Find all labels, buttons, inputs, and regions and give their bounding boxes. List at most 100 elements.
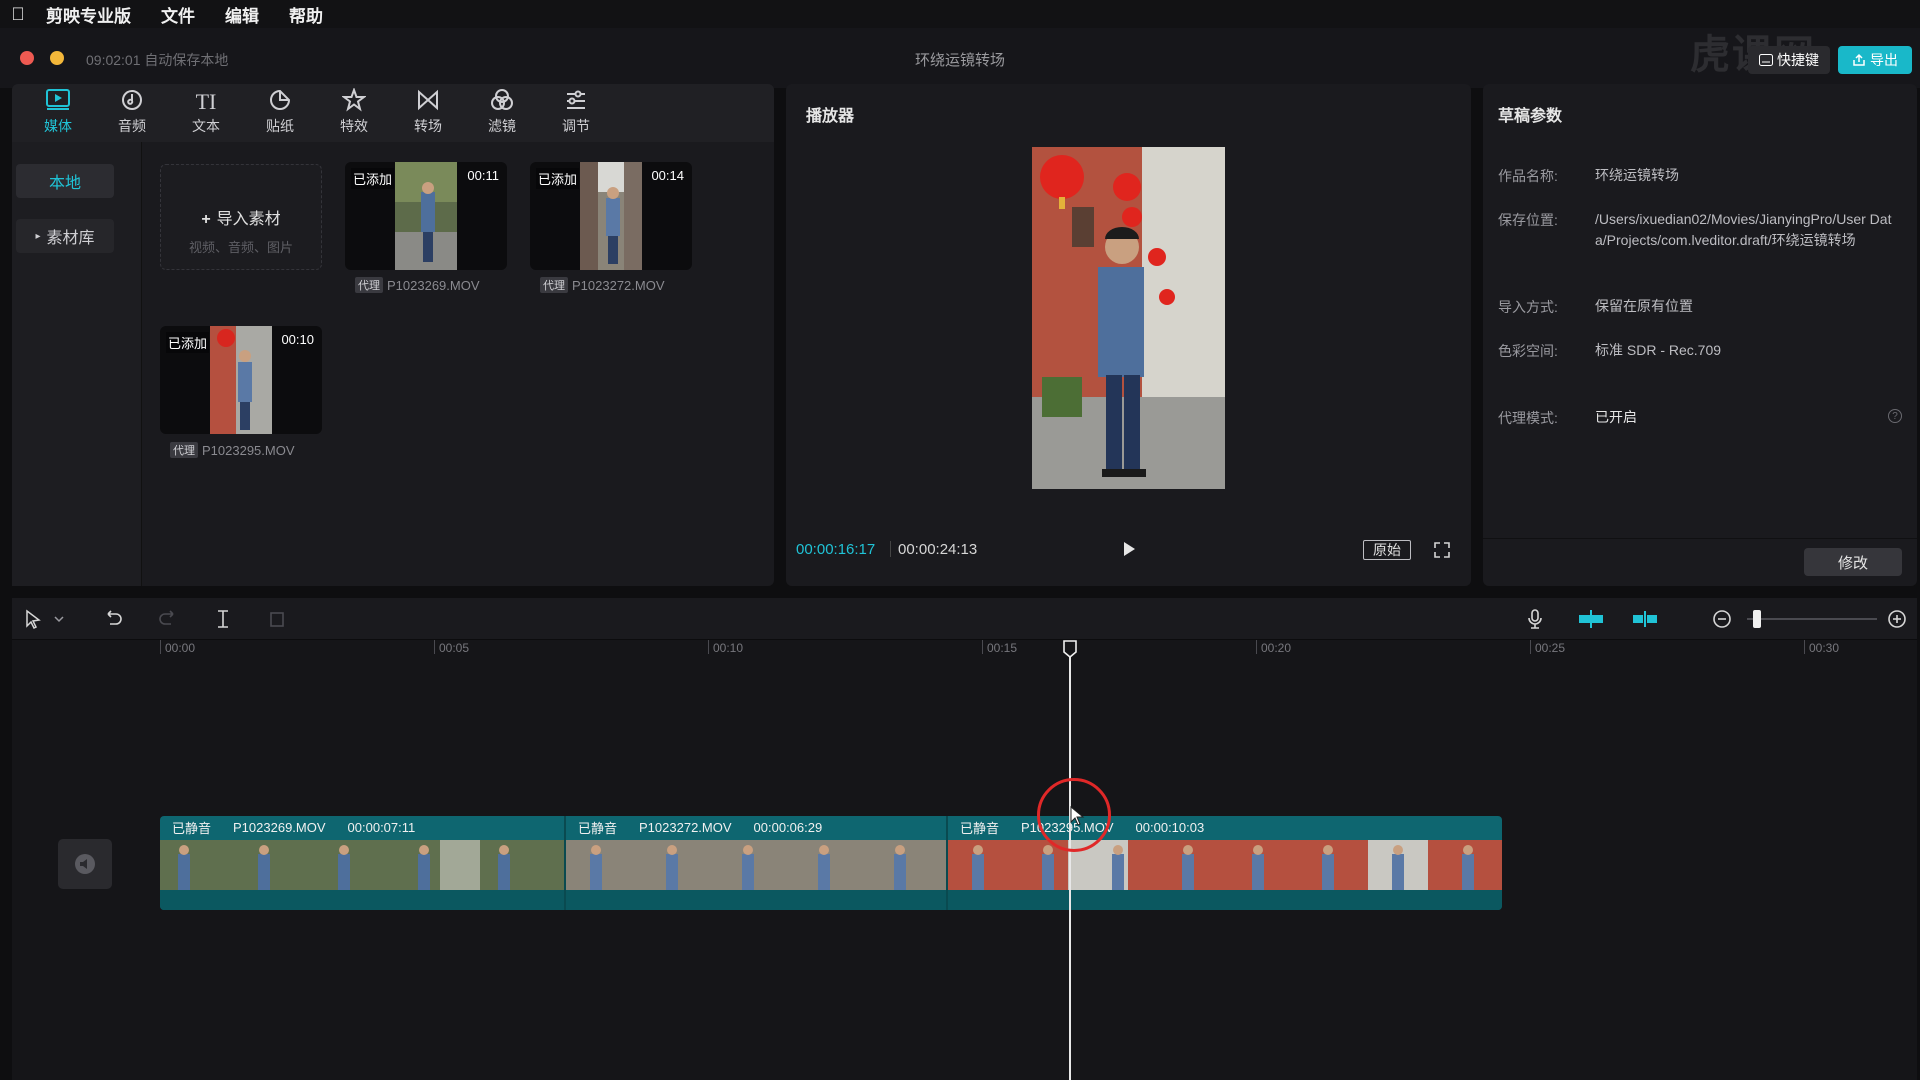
- zoom-slider[interactable]: [1747, 618, 1877, 620]
- timeline-clip[interactable]: 已静音 P1023295.MOV 00:00:10:03: [948, 816, 1502, 910]
- undo-icon[interactable]: [102, 608, 124, 630]
- clip-filmstrip: [948, 840, 1502, 890]
- ruler-tick: [982, 640, 983, 654]
- chevron-down-icon[interactable]: [52, 608, 66, 630]
- menu-help[interactable]: 帮助: [289, 2, 323, 27]
- media-icon: [28, 88, 88, 116]
- tool-transition[interactable]: 转场: [398, 88, 458, 140]
- timeline-clip[interactable]: 已静音 P1023269.MOV 00:00:07:11: [160, 816, 564, 910]
- apple-icon[interactable]: : [0, 4, 36, 25]
- zoom-out-icon[interactable]: [1711, 608, 1733, 630]
- clip-name: P1023269.MOV: [387, 277, 480, 293]
- preview-frame: [1032, 147, 1225, 489]
- info-icon[interactable]: ?: [1888, 409, 1902, 423]
- param-label: 导入方式:: [1498, 299, 1558, 315]
- linkage-icon[interactable]: [1632, 608, 1658, 630]
- timeline-clip[interactable]: 已静音 P1023272.MOV 00:00:06:29: [566, 816, 946, 910]
- effects-icon: [324, 87, 384, 116]
- param-label: 作品名称:: [1498, 168, 1558, 184]
- tool-media[interactable]: 媒体: [28, 88, 88, 140]
- ruler-label: 00:30: [1809, 641, 1840, 655]
- playhead-handle[interactable]: [1063, 640, 1077, 658]
- original-ratio-button[interactable]: 原始: [1363, 540, 1411, 560]
- fullscreen-icon[interactable]: [1433, 541, 1451, 559]
- added-badge: 已添加: [536, 168, 580, 189]
- video-track[interactable]: 已静音 P1023269.MOV 00:00:07:11 已静音 P102327…: [160, 816, 1502, 910]
- shortcut-label: 快捷键: [1777, 52, 1819, 68]
- speaker-muted-icon: [75, 854, 95, 874]
- added-badge: 已添加: [351, 168, 395, 189]
- tool-label: 转场: [414, 118, 442, 134]
- muted-badge: 已静音: [578, 820, 618, 836]
- clip-duration: 00:11: [467, 168, 499, 183]
- chevron-right-icon: ▸: [35, 230, 41, 242]
- clip-audio-strip: [948, 890, 1502, 910]
- added-badge: 已添加: [166, 332, 210, 353]
- params-divider: [1483, 538, 1917, 539]
- modify-button[interactable]: 修改: [1804, 548, 1902, 576]
- timecode-divider: [890, 541, 891, 557]
- clip-name-row: 代理 P1023295.MOV: [170, 442, 295, 458]
- audio-icon: [102, 88, 162, 116]
- export-label: 导出: [1870, 52, 1898, 68]
- clip-duration: 00:00:07:11: [347, 819, 416, 835]
- auto-snap-icon[interactable]: [1578, 608, 1604, 630]
- tool-filter[interactable]: 滤镜: [472, 88, 532, 140]
- ruler-tick: [1530, 640, 1531, 654]
- tool-audio[interactable]: 音频: [102, 88, 162, 140]
- menubar:  剪映专业版 文件 编辑 帮助: [0, 0, 1920, 28]
- menu-app[interactable]: 剪映专业版: [46, 2, 131, 27]
- media-sidebar: [12, 142, 142, 586]
- zoom-slider-handle[interactable]: [1753, 610, 1762, 628]
- tool-text[interactable]: TI 文本: [176, 88, 236, 140]
- import-mode-value: 保留在原有位置: [1595, 298, 1693, 314]
- menu-file[interactable]: 文件: [161, 2, 195, 27]
- param-label: 保存位置:: [1498, 212, 1558, 228]
- clip-header: 已静音 P1023272.MOV 00:00:06:29: [566, 816, 822, 838]
- export-button[interactable]: 导出: [1838, 46, 1912, 74]
- clip-duration: 00:00:06:29: [753, 819, 823, 835]
- ruler-tick: [434, 640, 435, 654]
- import-media-button[interactable]: + 导入素材 视频、音频、图片: [160, 164, 322, 270]
- ruler-label: 00:25: [1535, 641, 1566, 655]
- ruler-label: 00:20: [1261, 641, 1292, 655]
- media-clip[interactable]: 已添加 00:11: [345, 162, 507, 270]
- clip-audio-strip: [160, 890, 564, 910]
- filmstrip-frames: [566, 840, 946, 890]
- tool-label: 特效: [340, 118, 368, 134]
- delete-icon[interactable]: [266, 608, 288, 630]
- filter-icon: [472, 88, 532, 116]
- clip-filmstrip: [160, 840, 564, 890]
- select-tool-icon[interactable]: [22, 608, 44, 630]
- track-mute-toggle[interactable]: [58, 839, 112, 889]
- clip-thumbnail: [580, 162, 642, 270]
- draft-params-panel: [1483, 84, 1917, 586]
- shortcut-button[interactable]: 快捷键: [1748, 46, 1830, 74]
- tool-adjust[interactable]: 调节: [546, 88, 606, 140]
- microphone-icon[interactable]: [1524, 608, 1546, 630]
- filmstrip-frames: [948, 840, 1502, 890]
- import-hint: 视频、音频、图片: [188, 240, 293, 255]
- nav-local[interactable]: 本地: [16, 164, 114, 198]
- playhead[interactable]: [1069, 650, 1071, 1080]
- tool-effects[interactable]: 特效: [324, 87, 384, 140]
- media-clip[interactable]: 已添加 00:14: [530, 162, 692, 270]
- split-icon[interactable]: [212, 608, 234, 630]
- import-label: 导入素材: [216, 211, 281, 228]
- play-icon[interactable]: [1120, 540, 1138, 558]
- zoom-in-icon[interactable]: [1886, 608, 1908, 630]
- menu-edit[interactable]: 编辑: [225, 2, 259, 27]
- param-label: 色彩空间:: [1498, 343, 1558, 359]
- tool-sticker[interactable]: 贴纸: [250, 88, 310, 140]
- ruler-tick: [1256, 640, 1257, 654]
- clip-duration: 00:14: [651, 168, 684, 183]
- media-clip[interactable]: 已添加 00:10: [160, 326, 322, 434]
- proxy-badge: 代理: [170, 442, 198, 458]
- ruler-tick: [160, 640, 161, 654]
- project-name-value: 环绕运镜转场: [1595, 167, 1679, 183]
- current-timecode: 00:00:16:17: [796, 541, 876, 558]
- redo-icon[interactable]: [157, 608, 179, 630]
- tool-label: 音频: [118, 118, 146, 134]
- time-ruler[interactable]: [12, 640, 1917, 664]
- nav-material-library[interactable]: ▸ 素材库: [16, 219, 114, 253]
